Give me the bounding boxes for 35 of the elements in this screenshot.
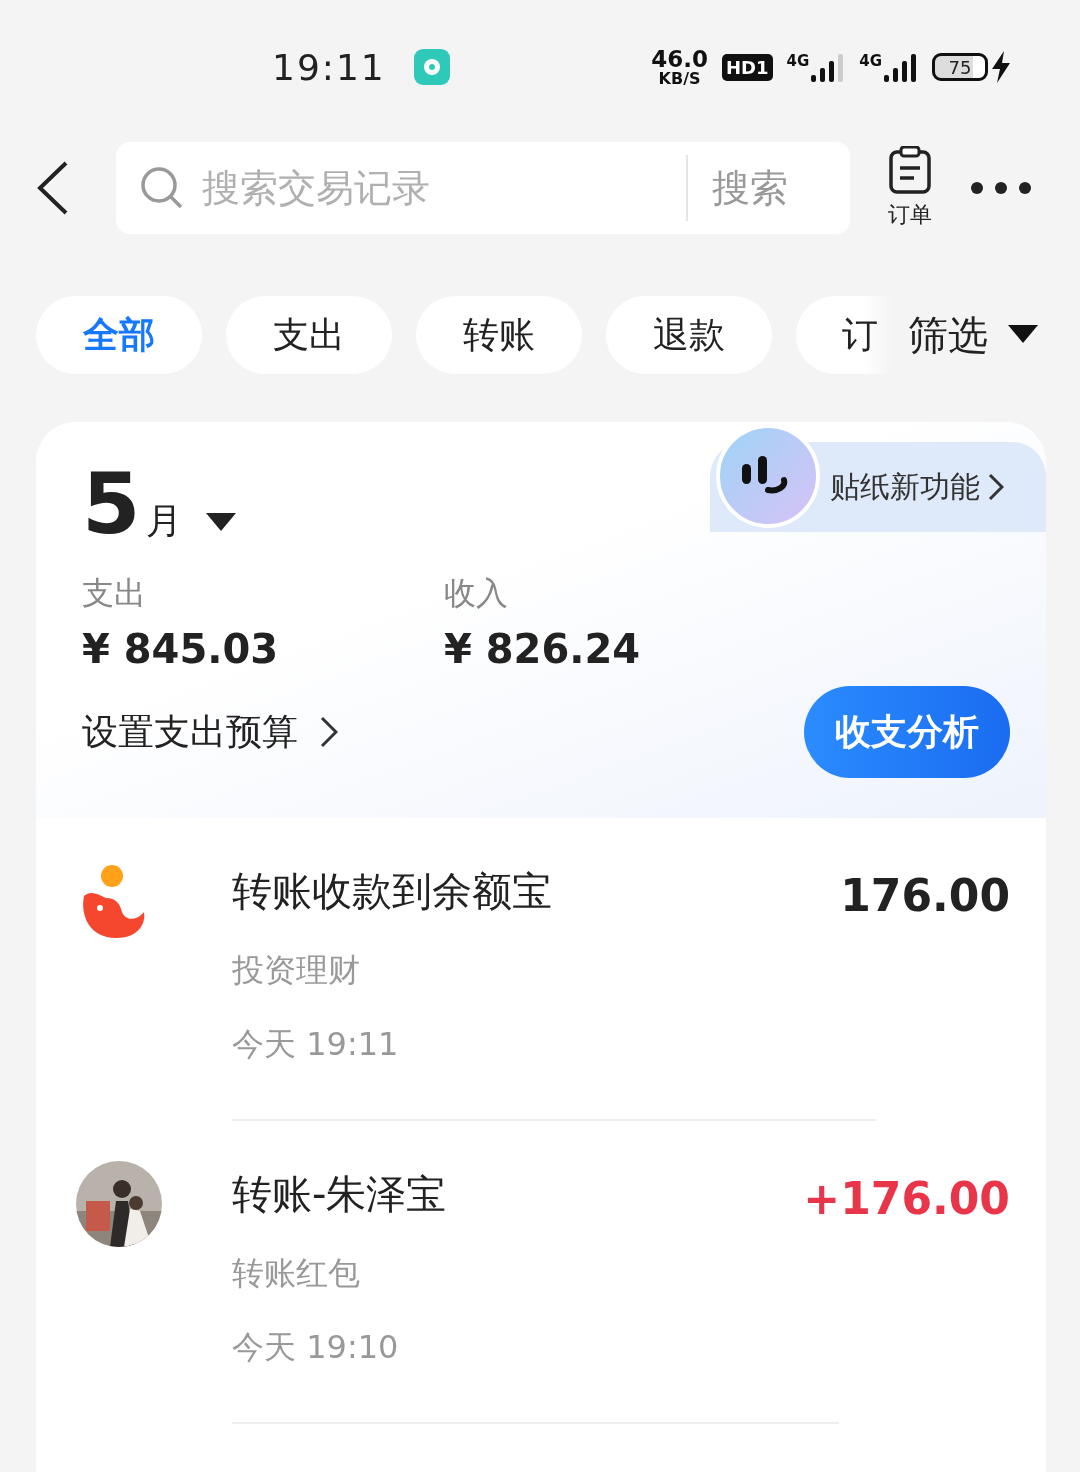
transaction-amount: 176.00 [840, 869, 1010, 923]
network-type: 4G [859, 52, 882, 70]
network-type: 4G [786, 52, 810, 70]
search-icon [140, 166, 184, 210]
filter-tab[interactable]: 转账 [416, 296, 582, 374]
month-number: 5 [82, 462, 141, 546]
transaction-category: 投资理财 [232, 950, 361, 991]
chevron-right-icon [988, 473, 1004, 501]
app-notification-icon [413, 49, 450, 85]
signal-icon [811, 52, 846, 82]
chevron-right-icon [320, 716, 338, 748]
caret-icon [1008, 325, 1038, 345]
budget-link[interactable]: 设置支出预算 [82, 707, 338, 757]
expense-amount: ¥ 845.03 [82, 626, 280, 672]
caret-icon[interactable] [206, 513, 237, 533]
expense-label: 支出 [82, 573, 147, 614]
transaction-category: 转账红包 [232, 1253, 361, 1294]
filter-tab[interactable]: 全部 [36, 296, 202, 374]
transaction-time: 今天 19:10 [232, 1327, 400, 1368]
transaction-time: 今天 19:11 [232, 1024, 400, 1065]
filter-tab[interactable]: 退款 [606, 296, 772, 374]
month-unit: 月 [146, 499, 183, 543]
clock-time: 19:11 [272, 46, 386, 88]
network-speed: 46.0 KB/S [651, 47, 708, 87]
hd-badge: HD1 [721, 53, 773, 81]
income-label: 收入 [444, 573, 509, 614]
filter-tab[interactable]: 支出 [226, 296, 392, 374]
transaction-amount: +176.00 [803, 1172, 1010, 1226]
battery-level: 75 [932, 53, 988, 81]
analysis-button[interactable]: 收支分析 [804, 686, 1010, 778]
sticker-banner-text: 贴纸新功能 [830, 467, 980, 506]
back-icon[interactable] [36, 161, 70, 215]
signal-icon [884, 52, 918, 82]
more-button[interactable] [970, 181, 1032, 195]
income-amount: ¥ 826.24 [444, 626, 642, 672]
